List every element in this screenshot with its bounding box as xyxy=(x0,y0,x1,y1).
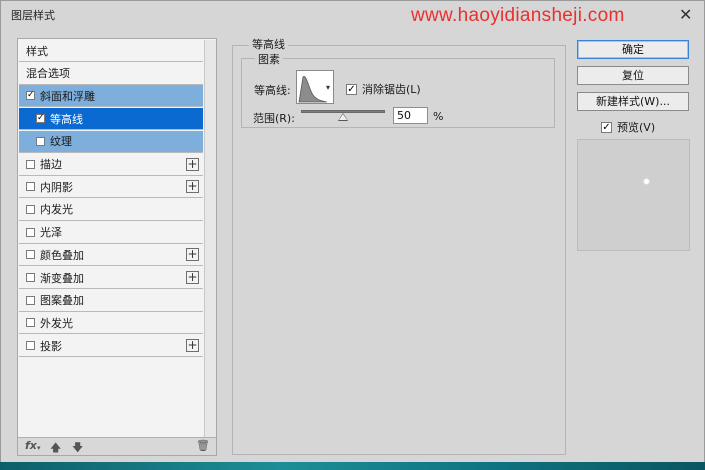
style-item[interactable]: 投影 + xyxy=(19,335,203,358)
style-item[interactable]: 颜色叠加 + xyxy=(19,244,203,267)
style-item-checkbox[interactable] xyxy=(26,227,35,237)
move-up-icon[interactable]: 🡅 xyxy=(50,439,61,458)
style-item-checkbox[interactable] xyxy=(26,204,35,214)
fx-button[interactable]: fx xyxy=(25,439,37,452)
preview-checkbox[interactable]: ✓ 预览(V) xyxy=(601,119,655,135)
style-item-label: 描边 xyxy=(40,158,62,171)
style-item-label: 颜色叠加 xyxy=(40,248,84,262)
style-item-label: 投影 xyxy=(40,339,62,353)
style-list-scrollbar[interactable] xyxy=(204,40,216,438)
style-list: 样式混合选项 ✓ 斜面和浮雕 ✓ 等高线纹理描边 + 内阴影 + 内发光光泽颜色叠加 + 渐变叠加 +… xyxy=(17,38,217,456)
add-effect-plus-icon[interactable]: + xyxy=(186,248,199,262)
style-item-checkbox[interactable] xyxy=(26,295,35,305)
style-item[interactable]: 描边 + xyxy=(19,154,203,176)
style-item-checkbox[interactable] xyxy=(26,273,35,282)
style-item[interactable]: ✓ 斜面和浮雕 xyxy=(19,85,203,108)
style-item-checkbox[interactable] xyxy=(26,182,35,192)
style-item[interactable]: 内阴影 + xyxy=(19,176,203,199)
dialog-title: 图层样式 xyxy=(11,9,55,22)
trash-icon[interactable]: 🗑 xyxy=(196,439,210,452)
preview-dot xyxy=(644,179,649,184)
contour-group-title: 等高线 xyxy=(249,36,288,52)
add-effect-plus-icon[interactable]: + xyxy=(186,157,199,171)
style-item-label: 内发光 xyxy=(40,203,73,217)
range-label: 范围(R): xyxy=(253,112,295,125)
move-down-icon[interactable]: 🡇 xyxy=(72,439,83,458)
range-slider-thumb[interactable] xyxy=(338,113,348,121)
range-input[interactable] xyxy=(393,107,428,124)
style-item-checkbox[interactable] xyxy=(26,341,35,351)
fx-dropdown-arrow-icon[interactable]: ▾ xyxy=(37,444,41,452)
style-item[interactable]: 混合选项 xyxy=(19,63,203,85)
style-item[interactable]: ✓ 等高线 xyxy=(19,108,203,131)
style-item-label: 斜面和浮雕 xyxy=(40,89,95,103)
anti-alias-checkbox[interactable]: ✓ 消除锯齿(L) xyxy=(346,81,421,97)
style-item-label: 渐变叠加 xyxy=(40,271,84,285)
preview-label: 预览(V) xyxy=(617,121,656,134)
style-item[interactable]: 图案叠加 xyxy=(19,290,203,312)
style-item-label: 等高线 xyxy=(50,112,83,126)
contour-label: 等高线: xyxy=(254,84,291,97)
desktop-background-strip xyxy=(0,462,705,470)
preview-check-icon: ✓ xyxy=(601,121,612,133)
anti-alias-check-icon: ✓ xyxy=(346,83,357,95)
style-item[interactable]: 渐变叠加 + xyxy=(19,267,203,289)
elements-group-title: 图素 xyxy=(255,51,283,67)
style-item-label: 样式 xyxy=(26,44,48,58)
preview-thumbnail xyxy=(577,139,690,251)
style-item[interactable]: 光泽 xyxy=(19,222,203,244)
close-icon[interactable]: ✕ xyxy=(679,5,692,24)
style-item-checkbox[interactable]: ✓ xyxy=(26,91,35,101)
title-bar: 图层样式 www.haoyidiansheji.com ✕ xyxy=(1,1,704,29)
style-list-footer: fx ▾ 🡅 🡇 🗑 xyxy=(18,437,216,455)
style-item-label: 图案叠加 xyxy=(40,294,84,308)
style-item[interactable]: 纹理 xyxy=(19,130,203,153)
style-item-label: 内阴影 xyxy=(40,180,73,194)
ok-button[interactable]: 确定 xyxy=(577,40,689,59)
contour-dropdown-arrow-icon[interactable]: ▾ xyxy=(326,83,330,92)
style-item-checkbox[interactable]: ✓ xyxy=(36,114,45,124)
add-effect-plus-icon[interactable]: + xyxy=(186,180,199,194)
style-item-checkbox[interactable] xyxy=(36,136,45,146)
style-item-label: 光泽 xyxy=(40,226,62,240)
new-style-button[interactable]: 新建样式(W)... xyxy=(577,92,689,111)
layer-style-dialog: 图层样式 www.haoyidiansheji.com ✕ 样式混合选项 ✓ 斜面和… xyxy=(0,0,705,464)
style-item[interactable]: 样式 xyxy=(19,40,203,62)
watermark: www.haoyidiansheji.com xyxy=(411,5,625,26)
range-unit: % xyxy=(433,110,444,123)
anti-alias-label: 消除锯齿(L) xyxy=(362,83,421,96)
style-item-checkbox[interactable] xyxy=(26,159,35,169)
style-item-checkbox[interactable] xyxy=(26,250,35,260)
reset-button[interactable]: 复位 xyxy=(577,66,689,85)
style-item-label: 纹理 xyxy=(50,135,72,149)
style-item[interactable]: 内发光 xyxy=(19,199,203,221)
style-item[interactable]: 外发光 xyxy=(19,312,203,335)
style-item-label: 混合选项 xyxy=(26,67,70,81)
add-effect-plus-icon[interactable]: + xyxy=(186,339,199,353)
add-effect-plus-icon[interactable]: + xyxy=(186,271,199,284)
style-item-checkbox[interactable] xyxy=(26,318,35,328)
style-item-label: 外发光 xyxy=(40,316,73,330)
